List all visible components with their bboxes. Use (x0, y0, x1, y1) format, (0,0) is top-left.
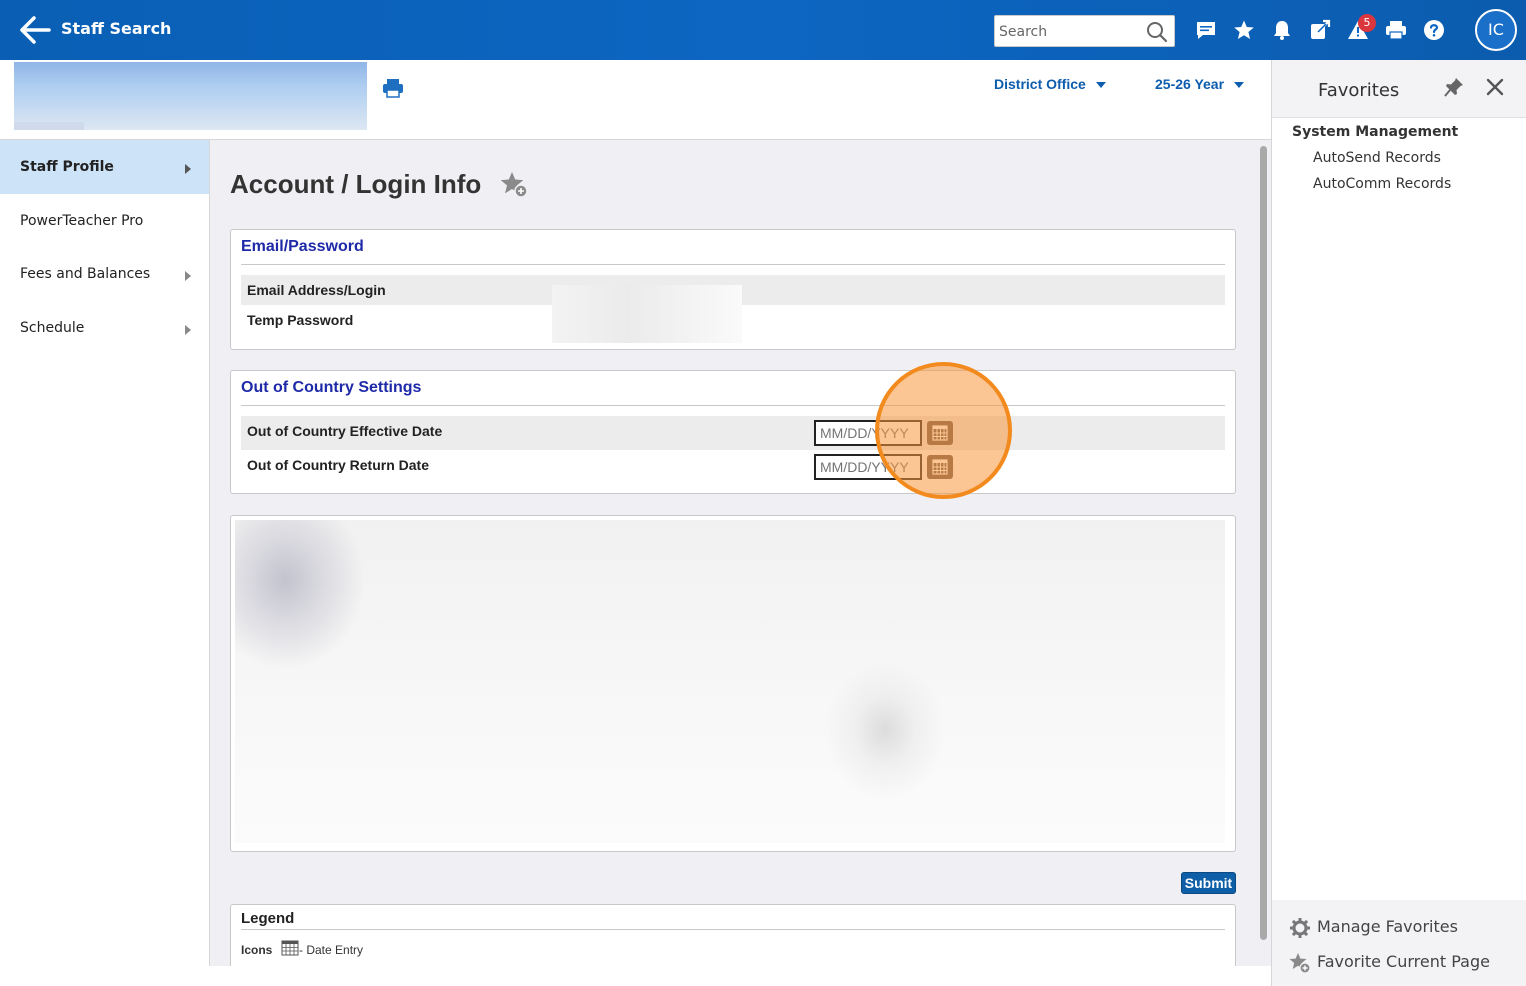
pin-icon[interactable] (1444, 77, 1464, 97)
favorite-current-page-button[interactable]: Favorite Current Page (1289, 952, 1519, 974)
school-selector-label: District Office (994, 76, 1086, 92)
favorites-header: Favorites (1272, 60, 1526, 118)
favorites-footer: Manage Favorites Favorite Current Page (1272, 900, 1526, 986)
favorites-panel: Favorites System Management AutoSend Rec… (1271, 60, 1526, 986)
favorites-group-label: System Management (1292, 124, 1459, 140)
messages-icon[interactable] (1195, 19, 1217, 41)
print-page-icon[interactable] (382, 78, 404, 98)
add-favorite-star-icon (1289, 953, 1311, 974)
external-link-icon[interactable] (1309, 19, 1331, 41)
email-password-panel: Email/Password Email Address/Login Temp … (230, 229, 1236, 350)
nav-item-label: Schedule (20, 320, 85, 336)
effective-date-label: Out of Country Effective Date (247, 423, 443, 439)
section-title: Out of Country Settings (241, 379, 422, 396)
search-icon[interactable] (1146, 21, 1168, 43)
alerts-count-badge: 5 (1358, 14, 1376, 32)
redacted-credentials (552, 285, 742, 343)
chevron-right-icon (185, 164, 191, 174)
legend-date-entry: - Date Entry (299, 943, 364, 957)
help-icon[interactable] (1423, 19, 1445, 41)
chevron-down-icon (1234, 82, 1245, 89)
legend-panel: Legend Icons - Date Entry (230, 904, 1236, 966)
search-box[interactable] (994, 15, 1175, 47)
chevron-right-icon (185, 325, 191, 335)
nav-item-fees-and-balances[interactable]: Fees and Balances (0, 247, 209, 301)
click-highlight-marker (875, 362, 1012, 499)
page-title: Account / Login Info (230, 169, 482, 199)
school-selector[interactable]: District Office (994, 76, 1106, 92)
nav-item-staff-profile[interactable]: Staff Profile (0, 140, 209, 194)
redacted-content-panel (230, 515, 1236, 852)
term-selector-label: 25-26 Year (1155, 76, 1225, 92)
staff-name-redacted (14, 62, 367, 130)
legend-title: Legend (241, 910, 295, 927)
favorite-current-page-label: Favorite Current Page (1317, 952, 1490, 971)
close-icon[interactable] (1486, 78, 1504, 96)
nav-item-schedule[interactable]: Schedule (0, 301, 209, 355)
section-title: Email/Password (241, 238, 364, 255)
top-bar: Staff Search 5 IC (0, 0, 1526, 60)
print-icon[interactable] (1385, 19, 1407, 41)
term-selector[interactable]: 25-26 Year (1155, 76, 1245, 92)
out-of-country-panel: Out of Country Settings Out of Country E… (230, 370, 1236, 494)
manage-favorites-button[interactable]: Manage Favorites (1289, 917, 1509, 939)
redacted-content (235, 520, 1225, 843)
favorites-star-icon[interactable] (1233, 19, 1255, 41)
search-input[interactable] (999, 22, 1144, 42)
main-scrollbar[interactable] (1260, 146, 1267, 940)
chevron-right-icon (185, 271, 191, 281)
left-navigation: Staff Profile PowerTeacher Pro Fees and … (0, 140, 210, 966)
submit-button[interactable]: Submit (1181, 872, 1236, 894)
nav-item-powerteacher-pro[interactable]: PowerTeacher Pro (0, 194, 209, 248)
divider (241, 929, 1225, 930)
notifications-bell-icon[interactable] (1271, 19, 1293, 41)
calendar-icon (281, 940, 299, 956)
favorite-link-autosend[interactable]: AutoSend Records (1313, 150, 1441, 166)
return-date-row: Out of Country Return Date (241, 450, 1225, 484)
legend-icons-label: Icons (241, 943, 273, 957)
user-avatar[interactable]: IC (1475, 9, 1517, 51)
favorite-link-autocomm[interactable]: AutoComm Records (1313, 176, 1451, 192)
divider (241, 264, 1225, 265)
effective-date-row: Out of Country Effective Date (241, 416, 1225, 450)
staff-search-link[interactable]: Staff Search (61, 19, 171, 38)
add-favorite-star-icon[interactable] (499, 170, 529, 200)
back-arrow-icon[interactable] (18, 14, 52, 46)
nav-item-label: PowerTeacher Pro (20, 213, 144, 229)
nav-item-label: Fees and Balances (20, 266, 151, 282)
chevron-down-icon (1095, 82, 1106, 89)
gear-icon (1290, 918, 1310, 938)
return-date-label: Out of Country Return Date (247, 457, 429, 473)
manage-favorites-label: Manage Favorites (1317, 917, 1458, 936)
email-login-label: Email Address/Login (247, 282, 386, 298)
favorites-title: Favorites (1318, 80, 1400, 101)
temp-password-label: Temp Password (247, 312, 354, 328)
nav-item-label: Staff Profile (20, 159, 114, 175)
divider (241, 405, 1225, 406)
